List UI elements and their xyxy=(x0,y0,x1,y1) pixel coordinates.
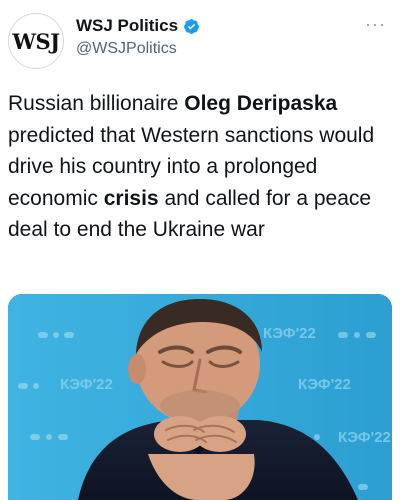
handle[interactable]: @WSJPolitics xyxy=(76,40,177,58)
tweet-photo[interactable]: КЭФ'22 КЭФ'22 КЭФ'22 КЭФ'22 xyxy=(8,294,392,500)
name-row: WSJ Politics xyxy=(76,16,200,36)
tweet-bold-name: Oleg Deripaska xyxy=(184,92,338,115)
tweet-bold-word: crisis xyxy=(103,186,159,210)
backdrop-logo: КЭФ'22 xyxy=(338,429,391,446)
more-options-icon[interactable]: ··· xyxy=(365,14,386,35)
tweet-text: Russian billionaire Oleg Deripaska predi… xyxy=(8,88,394,246)
tweet-header: WSJ WSJ Politics @WSJPolitics ··· xyxy=(0,0,400,80)
verified-badge-icon xyxy=(184,18,199,34)
avatar[interactable]: WSJ xyxy=(8,13,64,69)
backdrop-logo: КЭФ'22 xyxy=(60,376,113,393)
display-name[interactable]: WSJ Politics xyxy=(76,16,178,36)
tweet-text-part-1: Russian billionaire xyxy=(8,92,185,115)
backdrop-logo: КЭФ'22 xyxy=(298,376,351,393)
backdrop-logo: КЭФ'22 xyxy=(263,325,316,342)
photo-illustration: КЭФ'22 КЭФ'22 КЭФ'22 КЭФ'22 xyxy=(8,294,392,500)
avatar-logo: WSJ xyxy=(12,28,60,54)
